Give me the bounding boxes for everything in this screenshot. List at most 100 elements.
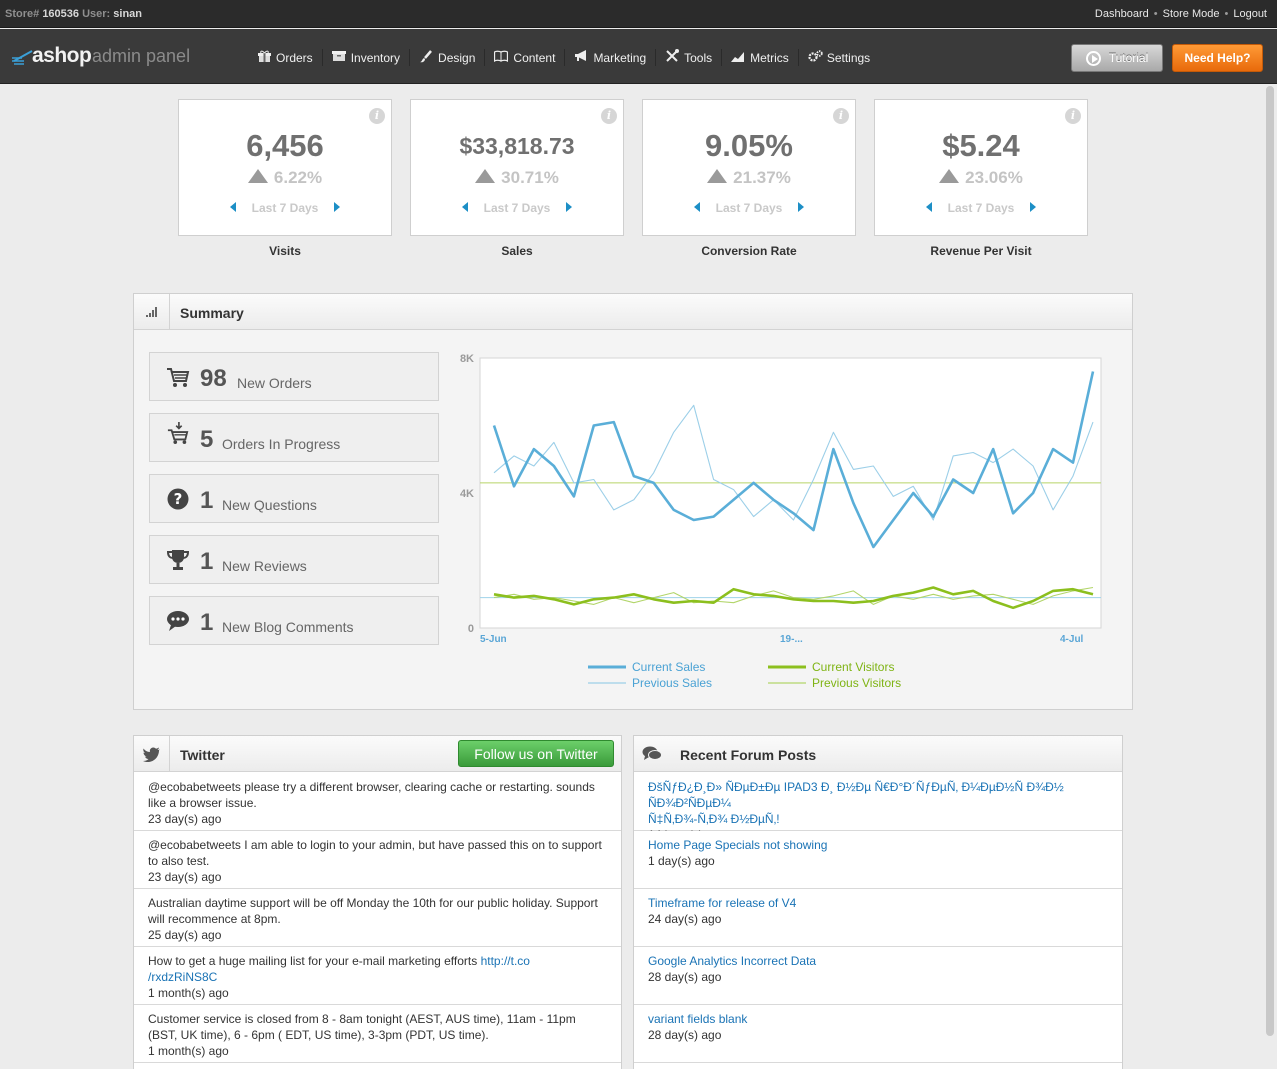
metric-value: 6,456 <box>246 128 324 163</box>
period-selector: Last 7 Days <box>875 201 1087 215</box>
need-help-button[interactable]: Need Help? <box>1172 44 1263 72</box>
info-icon[interactable]: i <box>369 108 385 124</box>
nav-design-label: Design <box>438 50 476 65</box>
logo-swoosh-icon <box>12 50 33 65</box>
nav-metrics-label: Metrics <box>750 50 789 65</box>
nav-marketing-label: Marketing <box>593 50 647 65</box>
tweet-text-line: like a browser issue. <box>148 796 257 810</box>
forum-panel: Recent Forum Posts ÐšÑƒÐ¿Ð¸Ð» ÑÐµÐ±Ðµ IP… <box>633 735 1123 1069</box>
forum-post-title-continued[interactable]: Ñ‡Ñ‚Ð¾-Ñ‚Ð¾ Ð½ÐµÑ‚! <box>648 811 1108 827</box>
forum-post-title[interactable]: Home Page Specials not showing <box>648 837 1108 853</box>
period-selector: Last 7 Days <box>179 201 391 215</box>
tweet-link-continued[interactable]: /rxdzRiNS8C <box>148 969 607 985</box>
period-label: Last 7 Days <box>715 201 783 215</box>
prev-period-icon[interactable] <box>461 202 468 212</box>
nav-settings[interactable]: Settings <box>799 49 879 66</box>
nav-metrics[interactable]: Metrics <box>722 49 799 66</box>
tweet-text-line: will recommence at 8pm. <box>148 912 281 926</box>
summary-count: 1 <box>200 487 214 514</box>
info-icon[interactable]: i <box>1065 108 1081 124</box>
forum-post-title[interactable]: ÐšÑƒÐ¿Ð¸Ð» ÑÐµÐ±Ðµ IPAD3 Ð¸ Ð½Ðµ Ñ€Ð°Ð´Ñ… <box>648 779 1108 811</box>
nav-inventory[interactable]: Inventory <box>323 49 411 66</box>
store-info: Store# 160536 User: sinan <box>5 8 142 20</box>
metric-card-sales: i $33,818.73 30.71% Last 7 Days <box>410 99 624 236</box>
next-period-icon[interactable] <box>798 202 805 212</box>
store-mode-link[interactable]: Store Mode <box>1163 8 1220 20</box>
tutorial-button[interactable]: Tutorial <box>1071 44 1163 72</box>
speech-bubble-icon <box>167 611 189 631</box>
forum-title: Recent Forum Posts <box>680 747 817 763</box>
metric-change: 21.37% <box>643 168 855 188</box>
play-icon <box>1085 50 1101 66</box>
metric-change-value: 23.06% <box>965 168 1023 187</box>
metric-label-visits: Visits <box>269 244 301 258</box>
forum-post-title[interactable]: Timeframe for release of V4 <box>648 895 1108 911</box>
summary-count: 1 <box>200 548 214 575</box>
nav-orders[interactable]: Orders <box>248 49 323 66</box>
period-label: Last 7 Days <box>483 201 551 215</box>
prev-period-icon[interactable] <box>229 202 236 212</box>
gift-icon <box>257 50 271 66</box>
up-arrow-icon <box>939 169 960 183</box>
tweet-item: @ecobabetweets please try a different br… <box>134 773 621 831</box>
twitter-header: Twitter Follow us on Twitter <box>134 736 621 772</box>
logout-link[interactable]: Logout <box>1233 8 1267 20</box>
summary-item-new-blog-comments[interactable]: 1 New Blog Comments <box>149 596 439 645</box>
tweet-text-line: @ecobabetweets please try a different br… <box>148 780 595 794</box>
summary-label: New Questions <box>222 497 317 513</box>
twitter-panel: Twitter Follow us on Twitter @ecobabetwe… <box>133 735 622 1069</box>
follow-twitter-button[interactable]: Follow us on Twitter <box>458 740 614 767</box>
nav-orders-label: Orders <box>276 50 313 65</box>
tweet-text-line: (BST, UK time), 6 - 6pm ( EDT, US time),… <box>148 1028 489 1042</box>
period-selector: Last 7 Days <box>411 201 623 215</box>
prev-period-icon[interactable] <box>693 202 700 212</box>
x-tick-label: 4-Jul <box>1060 634 1084 645</box>
page-scrollbar[interactable] <box>1266 86 1274 1036</box>
metric-label-sales: Sales <box>501 244 533 258</box>
tweet-text-line: How to get a huge mailing list for your … <box>148 953 607 969</box>
summary-item-new-orders[interactable]: 98 New Orders <box>149 352 439 401</box>
next-period-icon[interactable] <box>566 202 573 212</box>
logo-subtitle: admin panel <box>92 46 191 66</box>
cart-download-icon <box>167 422 189 444</box>
trophy-icon <box>166 550 190 570</box>
summary-label: New Orders <box>237 375 312 391</box>
cart-icon <box>167 368 190 387</box>
forum-post-title[interactable]: variant fields blank <box>648 1011 1108 1027</box>
twitter-title: Twitter <box>180 747 225 763</box>
next-period-icon[interactable] <box>334 202 341 212</box>
legend-label: Previous Visitors <box>812 676 901 690</box>
summary-count: 5 <box>200 426 214 453</box>
y-tick-label: 4K <box>460 488 474 500</box>
metric-label-conversion-rate: Conversion Rate <box>701 244 797 258</box>
nav-design[interactable]: Design <box>410 49 486 66</box>
info-icon[interactable]: i <box>833 108 849 124</box>
summary-item-orders-in-progress[interactable]: 5 Orders In Progress <box>149 413 439 462</box>
nav-content[interactable]: Content <box>485 49 566 66</box>
metric-change: 30.71% <box>411 168 623 188</box>
nav-marketing[interactable]: Marketing <box>565 49 657 66</box>
nav-tools[interactable]: Tools <box>656 49 723 66</box>
logo-brand: ashop <box>32 44 92 67</box>
x-tick-label: 5-Jun <box>480 634 507 645</box>
period-label: Last 7 Days <box>947 201 1015 215</box>
next-period-icon[interactable] <box>1030 202 1037 212</box>
summary-item-new-reviews[interactable]: 1 New Reviews <box>149 535 439 584</box>
summary-label: New Blog Comments <box>222 619 354 635</box>
summary-header: Summary <box>134 294 1132 330</box>
forum-header: Recent Forum Posts <box>634 736 1122 772</box>
forum-post-item: ÐšÑƒÐ¿Ð¸Ð» ÑÐµÐ±Ðµ IPAD3 Ð¸ Ð½Ðµ Ñ€Ð°Ð´Ñ… <box>634 773 1122 842</box>
summary-label: Orders In Progress <box>222 436 341 452</box>
twitter-bird-icon <box>134 736 170 772</box>
up-arrow-icon <box>707 169 728 183</box>
summary-item-new-questions[interactable]: ? 1 New Questions <box>149 474 439 523</box>
top-links: Dashboard • Store Mode • Logout <box>1094 8 1267 20</box>
info-icon[interactable]: i <box>601 108 617 124</box>
forum-post-title[interactable]: Google Analytics Incorrect Data <box>648 953 1108 969</box>
tweet-text-line: to also test. <box>148 854 210 868</box>
y-tick-label: 0 <box>468 623 474 635</box>
dashboard-link[interactable]: Dashboard <box>1095 8 1149 20</box>
summary-title: Summary <box>180 305 244 321</box>
tweet-link[interactable]: http://t.co <box>481 954 530 968</box>
prev-period-icon[interactable] <box>925 202 932 212</box>
